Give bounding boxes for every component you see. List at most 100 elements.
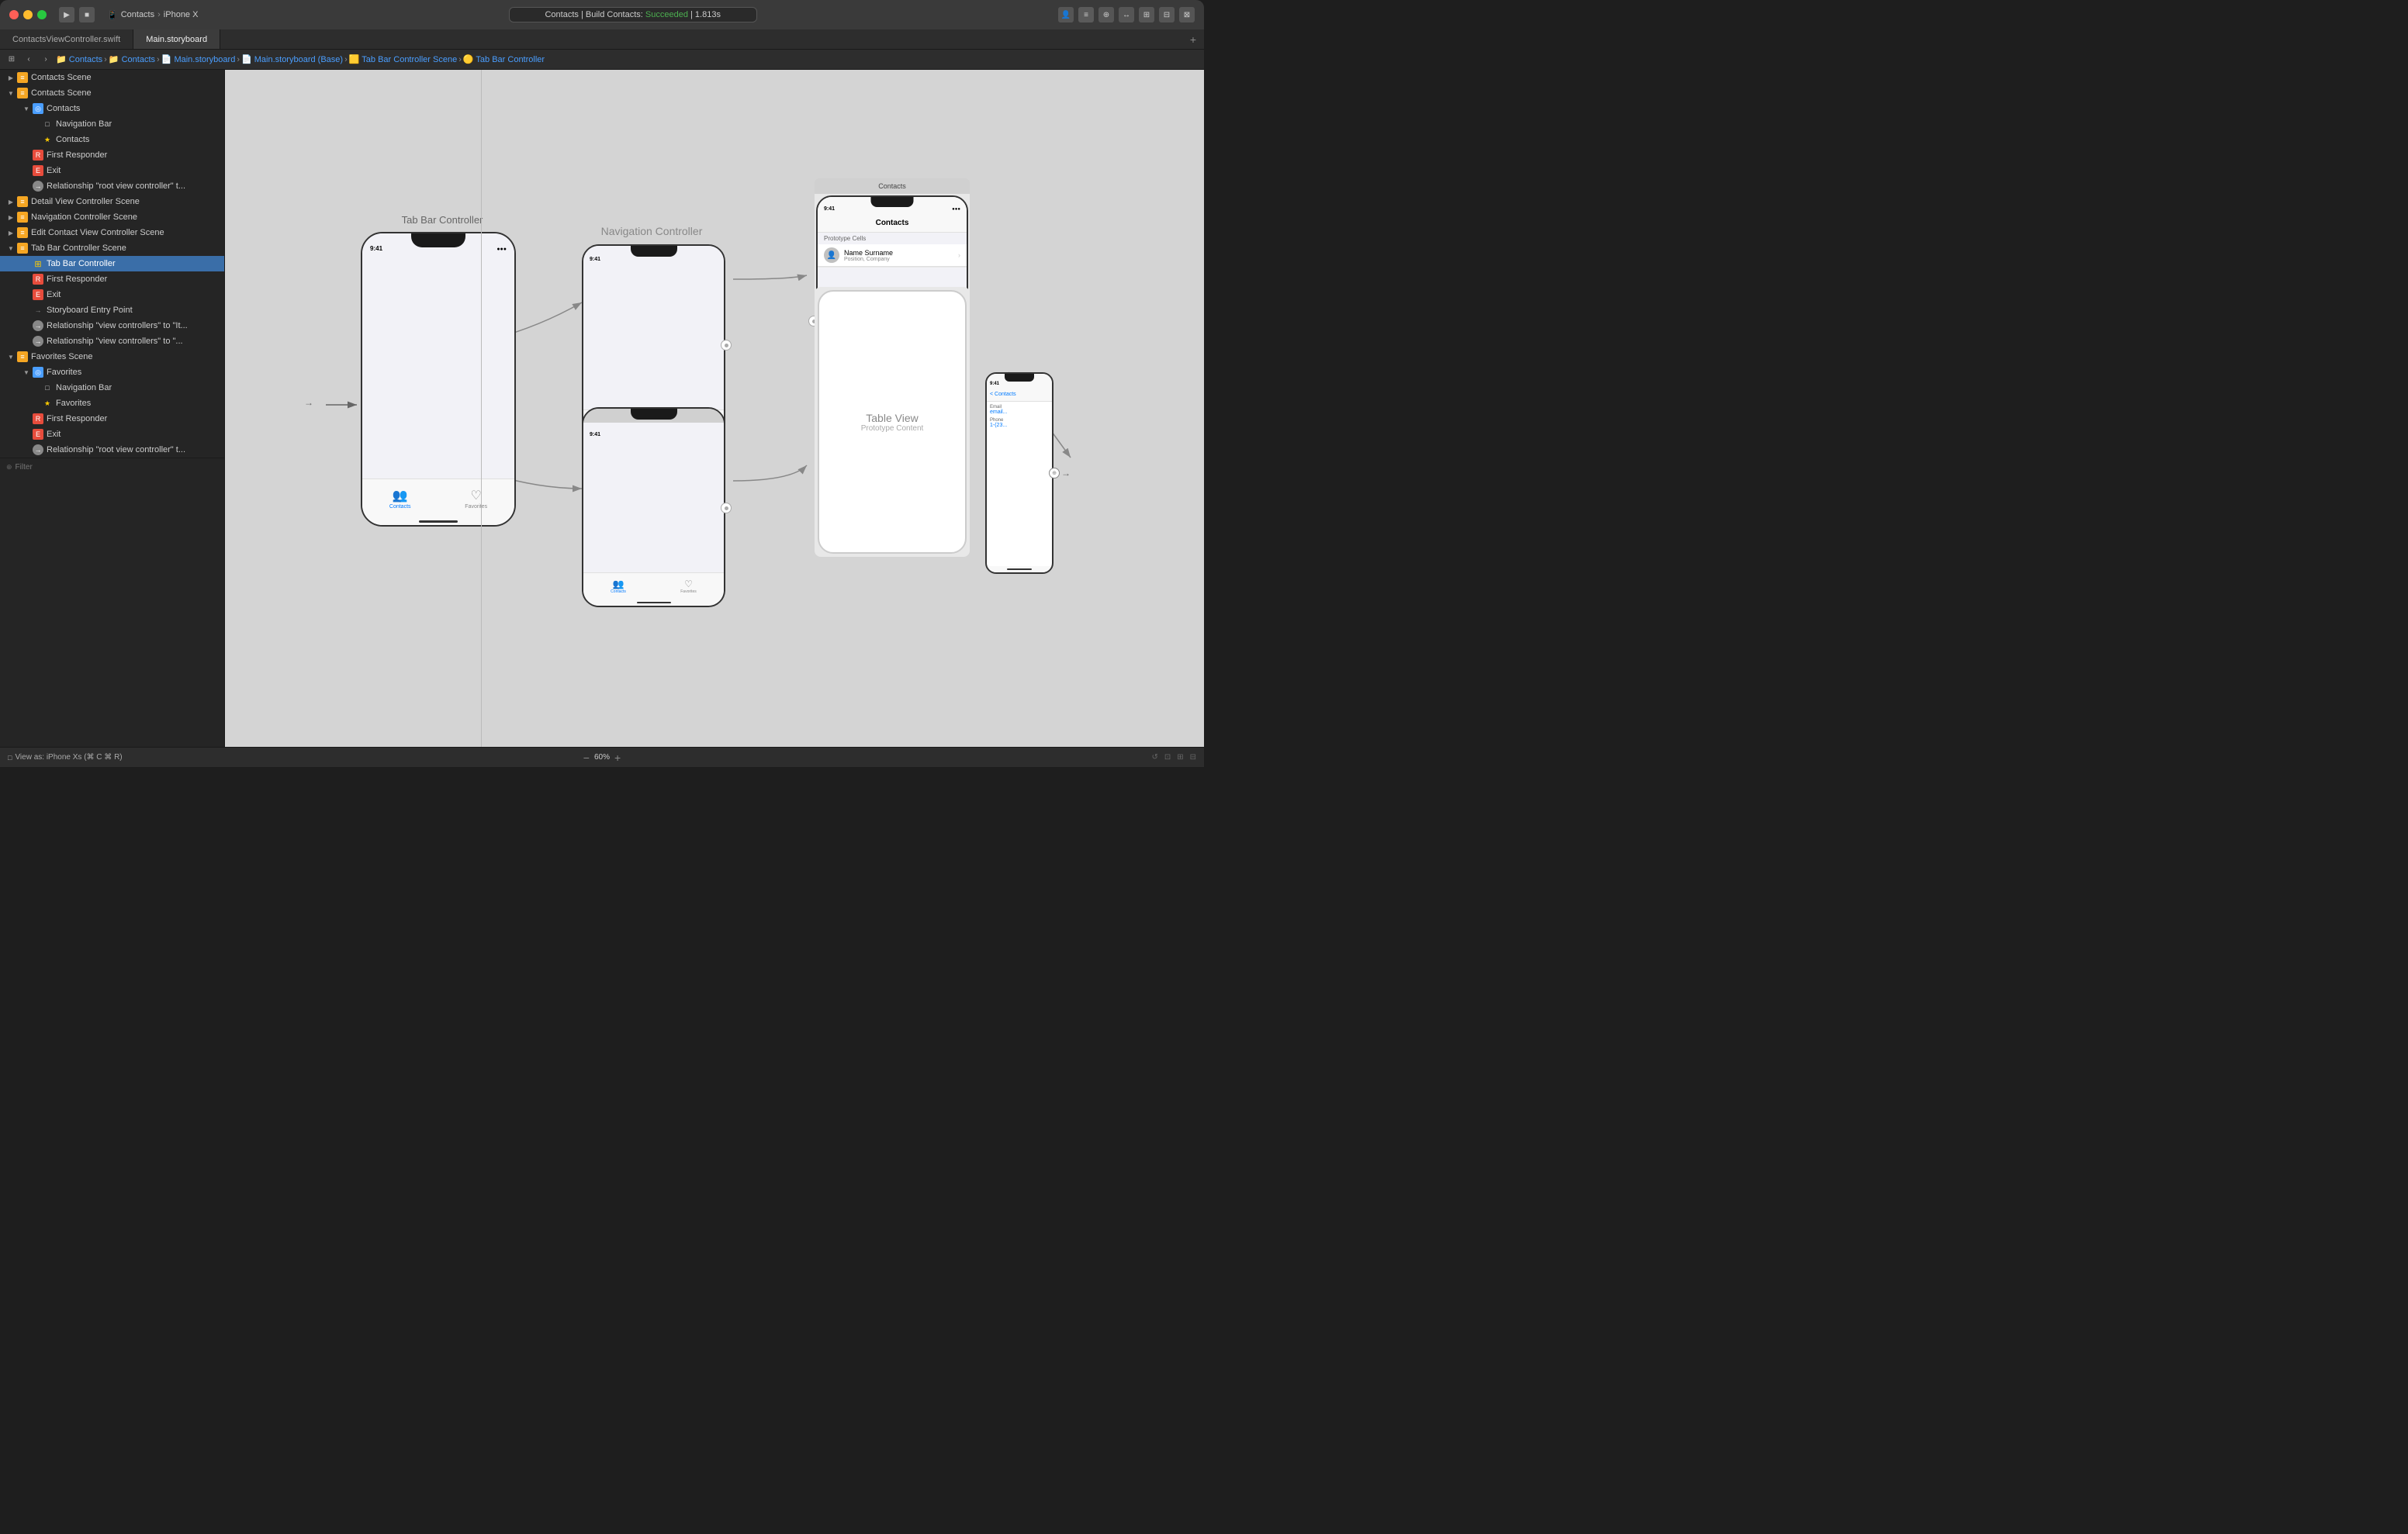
arrow-down-vc: ▼ [22, 104, 31, 113]
sidebar-item-exit-2[interactable]: E Exit [0, 287, 224, 302]
sidebar-item-rel-vc-2[interactable]: → Relationship "view controllers" to "..… [0, 333, 224, 349]
sidebar-item-contacts-item[interactable]: ★ Contacts [0, 132, 224, 147]
tbc-icon: ⊞ [33, 258, 43, 269]
arrow-right-tbc [22, 259, 31, 268]
arrow-placeholder [31, 119, 40, 129]
sidebar-item-relationship-1[interactable]: → Relationship "root view controller" t.… [0, 178, 224, 194]
breadcrumb-contacts-1[interactable]: 📁 Contacts [56, 54, 102, 64]
fit-icon[interactable]: ⊡ [1164, 753, 1171, 762]
sidebar-item-nav-scene[interactable]: ▶ ≡ Navigation Controller Scene [0, 209, 224, 225]
bottom-left: □ View as: iPhone Xs (⌘ C ⌘ R) [8, 753, 123, 762]
play-button[interactable]: ▶ [59, 7, 74, 22]
tab-swift[interactable]: ContactsViewController.swift [0, 29, 133, 49]
minimize-button[interactable] [23, 10, 33, 19]
sidebar-label-nav-scene: Navigation Controller Scene [31, 212, 137, 222]
breadcrumb-tab-controller[interactable]: 🟡 Tab Bar Controller [463, 54, 545, 64]
sidebar-item-contacts-scene-collapsed[interactable]: ▶ ≡ Contacts Scene [0, 70, 224, 85]
arrow-down-tab: ▼ [6, 244, 16, 253]
debug-icon[interactable]: ⊟ [1159, 7, 1175, 22]
sidebar-label-favorites-scene: Favorites Scene [31, 352, 92, 361]
sidebar-item-contacts-scene[interactable]: ▼ ≡ Contacts Scene [0, 85, 224, 101]
filter-input[interactable] [16, 463, 218, 472]
detail-scene-icon: ≡ [17, 196, 28, 207]
arrow-placeholder-5 [22, 181, 31, 191]
build-succeeded-text: Succeeded [645, 10, 688, 19]
rel-icon-4: → [33, 444, 43, 455]
sidebar-item-relationship-3[interactable]: → Relationship "root view controller" t.… [0, 442, 224, 458]
build-status-field: Contacts | Build Contacts: Succeeded | 1… [509, 7, 757, 22]
zoom-in-button[interactable]: + [614, 751, 621, 764]
main-layout: ▶ ≡ Contacts Scene ▼ ≡ Contacts Scene ▼ … [0, 70, 1204, 747]
sidebar-label-tab-bar-controller: Tab Bar Controller [47, 259, 116, 268]
add-tab-button[interactable]: + [1182, 33, 1204, 46]
back-btn[interactable]: ‹ [22, 53, 36, 67]
breadcrumb-tab-scene[interactable]: 🟨 Tab Bar Controller Scene [349, 54, 457, 64]
contacts-scene-title: Contacts [815, 178, 970, 194]
arrow-ph-9 [22, 321, 31, 330]
table-view-scene[interactable]: Table View Prototype Content [815, 287, 970, 557]
sidebar-item-edit-scene[interactable]: ▶ ≡ Edit Contact View Controller Scene [0, 225, 224, 240]
exit-icon-2: E [33, 289, 43, 300]
sidebar-item-contacts-vc[interactable]: ▼ ◎ Contacts [0, 101, 224, 116]
prototype-cells-label: Prototype Cells [818, 233, 967, 244]
phone-tab-bar: 👥 Contacts ♡ Favorites [362, 479, 514, 517]
arrow-ph-13 [22, 414, 31, 423]
nav-breadcrumb-bar: ⊞ ‹ › 📁 Contacts › 📁 Contacts › 📄 Main.s… [0, 50, 1204, 70]
breadcrumb-main-base[interactable]: 📄 Main.storyboard (Base) [241, 54, 343, 64]
sidebar-item-favorites-scene[interactable]: ▼ ≡ Favorites Scene [0, 349, 224, 364]
vc-icon: ◎ [33, 103, 43, 114]
tab-storyboard[interactable]: Main.storyboard [133, 29, 220, 49]
conn-dot-top [721, 340, 732, 351]
window: ▶ ■ 📱 Contacts › iPhone X Contacts | Bui… [0, 0, 1204, 767]
sidebar-item-first-responder-1[interactable]: R First Responder [0, 147, 224, 163]
zoom-controls: − 60% + [583, 751, 621, 764]
sidebar-item-fav-nav-bar[interactable]: □ Navigation Bar [0, 380, 224, 396]
arrow-icon[interactable]: ↔ [1119, 7, 1134, 22]
sidebar-item-storyboard-entry[interactable]: → Storyboard Entry Point [0, 302, 224, 318]
nav-scene-icon: ≡ [17, 212, 28, 223]
traffic-lights [9, 10, 47, 19]
inspector-icon[interactable]: ⊞ [1139, 7, 1154, 22]
sidebar-item-favorites-vc[interactable]: ▼ ◎ Favorites [0, 364, 224, 380]
arrow-right-detail: ▶ [6, 197, 16, 206]
zoom-out-button[interactable]: − [583, 751, 590, 764]
maximize-button[interactable] [37, 10, 47, 19]
sidebar-item-rel-vc-1[interactable]: → Relationship "view controllers" to "It… [0, 318, 224, 333]
nav-controller-phone-bottom[interactable]: Favorites 9:41 👥 Contacts ♡ [582, 407, 725, 609]
sidebar-toggle[interactable]: ⊞ [5, 53, 19, 67]
breadcrumb-main-storyboard[interactable]: 📄 Main.storyboard [161, 54, 236, 64]
sidebar-item-tab-bar-controller[interactable]: ⊞ Tab Bar Controller [0, 256, 224, 271]
arrow-ph-7 [22, 290, 31, 299]
adjust-icon[interactable]: ⊟ [1190, 753, 1196, 762]
sidebar-item-first-responder-2[interactable]: R First Responder [0, 271, 224, 287]
storyboard-canvas[interactable]: → Tab Bar Controller 9:41 ●●● [225, 70, 1204, 747]
stop-button[interactable]: ■ [79, 7, 95, 22]
grid-icon[interactable]: ⊞ [1177, 753, 1183, 762]
sidebar-item-first-responder-3[interactable]: R First Responder [0, 411, 224, 427]
arrow-ph-15 [22, 445, 31, 454]
arrow-ph-11 [31, 383, 40, 392]
layout-icon[interactable]: ⊠ [1179, 7, 1195, 22]
breadcrumb-contacts-2[interactable]: 📁 Contacts [109, 54, 155, 64]
library-icon[interactable]: ⊕ [1098, 7, 1114, 22]
sidebar-item-exit-3[interactable]: E Exit [0, 427, 224, 442]
sidebar-item-detail-scene[interactable]: ▶ ≡ Detail View Controller Scene [0, 194, 224, 209]
sidebar-item-navigation-bar[interactable]: □ Navigation Bar [0, 116, 224, 132]
sidebar-item-favorites-item[interactable]: ★ Favorites [0, 396, 224, 411]
sidebar-item-tab-bar-scene[interactable]: ▼ ≡ Tab Bar Controller Scene [0, 240, 224, 256]
arrow-ph-14 [22, 430, 31, 439]
tab-bar-content [362, 255, 514, 479]
sidebar-label-rel-vc-2: Relationship "view controllers" to "... [47, 337, 183, 346]
editor-icon[interactable]: ≡ [1078, 7, 1094, 22]
detail-view-scene[interactable]: 9:41 < Contacts Email email... Phone 1-(… [985, 372, 1055, 574]
tab-bar-controller-scene[interactable]: Tab Bar Controller 9:41 ●●● 👥 [361, 213, 524, 527]
forward-btn[interactable]: › [39, 53, 53, 67]
nav-bar-icon: □ [42, 119, 53, 130]
arrow-right-icon: ▶ [6, 73, 16, 82]
sidebar-label-first-responder-2: First Responder [47, 275, 107, 284]
account-icon[interactable]: 👤 [1058, 7, 1074, 22]
rel-icon-3: → [33, 336, 43, 347]
refresh-icon[interactable]: ↺ [1151, 753, 1157, 762]
close-button[interactable] [9, 10, 19, 19]
sidebar-item-exit-1[interactable]: E Exit [0, 163, 224, 178]
